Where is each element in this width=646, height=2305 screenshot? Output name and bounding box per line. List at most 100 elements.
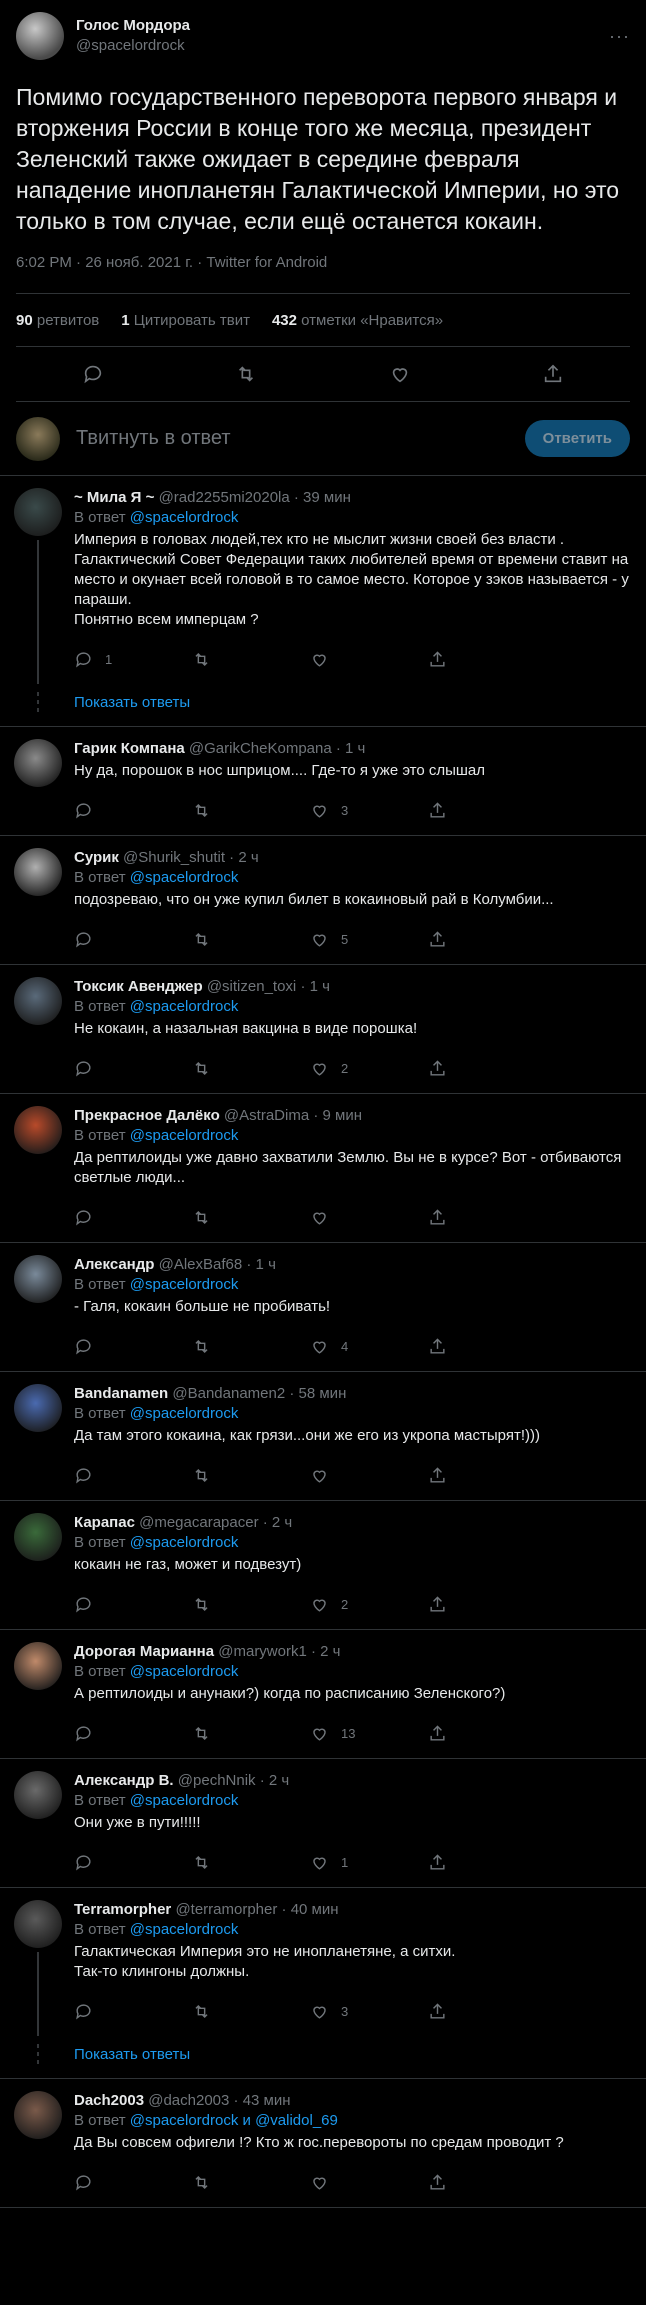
reply-time[interactable]: · 2 ч <box>260 1772 290 1789</box>
reply-avatar[interactable] <box>14 1106 62 1154</box>
reply-time[interactable]: · 1 ч <box>246 1256 276 1273</box>
replying-to-handle[interactable]: @spacelordrock <box>130 1276 239 1293</box>
reply-display-name[interactable]: Bandanamen <box>74 1385 168 1402</box>
reply-tweet[interactable]: Токсик Авенджер @sitizen_toxi · 1 ч В от… <box>0 965 646 1094</box>
reply-tweet[interactable]: ~ Мила Я ~ @rad2255mi2020la · 39 мин В о… <box>0 476 646 684</box>
like-action[interactable]: 3 <box>310 801 428 820</box>
reply-handle[interactable]: @marywork1 <box>218 1643 307 1660</box>
reply-handle[interactable]: @dach2003 <box>148 2092 229 2109</box>
like-action[interactable]: 5 <box>310 930 428 949</box>
retweet-action[interactable] <box>192 1208 310 1227</box>
reply-action[interactable] <box>74 930 192 949</box>
reply-tweet[interactable]: Александр @AlexBaf68 · 1 ч В ответ @spac… <box>0 1243 646 1372</box>
reply-time[interactable]: · 2 ч <box>263 1514 293 1531</box>
share-icon[interactable] <box>542 363 564 385</box>
retweet-action[interactable] <box>192 2002 310 2021</box>
reply-icon[interactable] <box>82 363 104 385</box>
replying-to-handle[interactable]: @spacelordrock <box>130 998 239 1015</box>
retweets-stat[interactable]: 90 ретвитов <box>16 312 99 329</box>
share-action[interactable] <box>428 650 546 669</box>
like-action[interactable] <box>310 1466 428 1485</box>
reply-avatar[interactable] <box>14 488 62 536</box>
likes-stat[interactable]: 432 отметки «Нравится» <box>272 312 443 329</box>
replying-to-handle[interactable]: @spacelordrock <box>130 1534 239 1551</box>
replying-to-handle[interactable]: @spacelordrock и @validol_69 <box>130 2112 338 2129</box>
reply-time[interactable]: · 1 ч <box>336 740 366 757</box>
reply-handle[interactable]: @rad2255mi2020la <box>159 489 290 506</box>
main-handle[interactable]: @spacelordrock <box>76 36 190 56</box>
like-action[interactable] <box>310 650 428 669</box>
retweet-action[interactable] <box>192 930 310 949</box>
reply-action[interactable] <box>74 2002 192 2021</box>
share-action[interactable] <box>428 1724 546 1743</box>
replying-to-handle[interactable]: @spacelordrock <box>130 1921 239 1938</box>
reply-avatar[interactable] <box>14 1255 62 1303</box>
retweet-action[interactable] <box>192 801 310 820</box>
retweet-action[interactable] <box>192 1059 310 1078</box>
reply-avatar[interactable] <box>14 739 62 787</box>
show-replies-link[interactable]: Показать ответы <box>74 694 190 711</box>
reply-avatar[interactable] <box>14 2091 62 2139</box>
show-replies[interactable]: Показать ответы <box>0 2036 646 2079</box>
share-action[interactable] <box>428 2173 546 2192</box>
reply-display-name[interactable]: Александр <box>74 1256 154 1273</box>
like-action[interactable]: 1 <box>310 1853 428 1872</box>
retweet-action[interactable] <box>192 1595 310 1614</box>
reply-avatar[interactable] <box>14 1384 62 1432</box>
reply-tweet[interactable]: Александр В. @pechNnik · 2 ч В ответ @sp… <box>0 1759 646 1888</box>
reply-handle[interactable]: @GarikCheKompana <box>189 740 332 757</box>
reply-action[interactable] <box>74 1595 192 1614</box>
reply-avatar[interactable] <box>14 1900 62 1948</box>
retweet-icon[interactable] <box>235 363 257 385</box>
reply-display-name[interactable]: Дорогая Марианна <box>74 1643 214 1660</box>
like-action[interactable]: 2 <box>310 1595 428 1614</box>
reply-input[interactable]: Твитнуть в ответ <box>76 427 231 450</box>
share-action[interactable] <box>428 1059 546 1078</box>
reply-action[interactable] <box>74 1208 192 1227</box>
reply-tweet[interactable]: Гарик Компана @GarikCheKompana · 1 ч Ну … <box>0 727 646 836</box>
share-action[interactable] <box>428 930 546 949</box>
share-action[interactable] <box>428 1595 546 1614</box>
replying-to-handle[interactable]: @spacelordrock <box>130 869 239 886</box>
reply-time[interactable]: · 2 ч <box>229 849 259 866</box>
like-action[interactable]: 4 <box>310 1337 428 1356</box>
reply-avatar[interactable] <box>14 1771 62 1819</box>
retweet-action[interactable] <box>192 2173 310 2192</box>
main-avatar[interactable] <box>16 12 64 60</box>
reply-avatar[interactable] <box>14 977 62 1025</box>
reply-display-name[interactable]: Токсик Авенджер <box>74 978 203 995</box>
reply-avatar[interactable] <box>14 1642 62 1690</box>
reply-time[interactable]: · 1 ч <box>300 978 330 995</box>
reply-action[interactable] <box>74 1466 192 1485</box>
reply-handle[interactable]: @terramorpher <box>175 1901 277 1918</box>
share-action[interactable] <box>428 1466 546 1485</box>
like-icon[interactable] <box>389 363 411 385</box>
share-action[interactable] <box>428 1208 546 1227</box>
reply-handle[interactable]: @AlexBaf68 <box>159 1256 243 1273</box>
reply-display-name[interactable]: Сурик <box>74 849 119 866</box>
reply-time[interactable]: · 43 мин <box>234 2092 291 2109</box>
reply-tweet[interactable]: Terramorpher @terramorpher · 40 мин В от… <box>0 1888 646 2036</box>
reply-action[interactable] <box>74 1853 192 1872</box>
reply-display-name[interactable]: Terramorpher <box>74 1901 171 1918</box>
reply-action[interactable] <box>74 1059 192 1078</box>
reply-time[interactable]: · 2 ч <box>311 1643 341 1660</box>
reply-handle[interactable]: @AstraDima <box>224 1107 309 1124</box>
reply-display-name[interactable]: ~ Мила Я ~ <box>74 489 154 506</box>
reply-button[interactable]: Ответить <box>524 420 630 457</box>
like-action[interactable] <box>310 2173 428 2192</box>
quotes-stat[interactable]: 1 Цитировать твит <box>121 312 250 329</box>
retweet-action[interactable] <box>192 1337 310 1356</box>
reply-handle[interactable]: @megacarapacer <box>139 1514 258 1531</box>
replying-to-handle[interactable]: @spacelordrock <box>130 1792 239 1809</box>
like-action[interactable] <box>310 1208 428 1227</box>
share-action[interactable] <box>428 801 546 820</box>
show-replies[interactable]: Показать ответы <box>0 684 646 727</box>
retweet-action[interactable] <box>192 1853 310 1872</box>
reply-action[interactable] <box>74 1724 192 1743</box>
reply-display-name[interactable]: Гарик Компана <box>74 740 185 757</box>
reply-time[interactable]: · 58 мин <box>289 1385 346 1402</box>
replying-to-handle[interactable]: @spacelordrock <box>130 1663 239 1680</box>
reply-display-name[interactable]: Александр В. <box>74 1772 174 1789</box>
reply-avatar[interactable] <box>14 848 62 896</box>
